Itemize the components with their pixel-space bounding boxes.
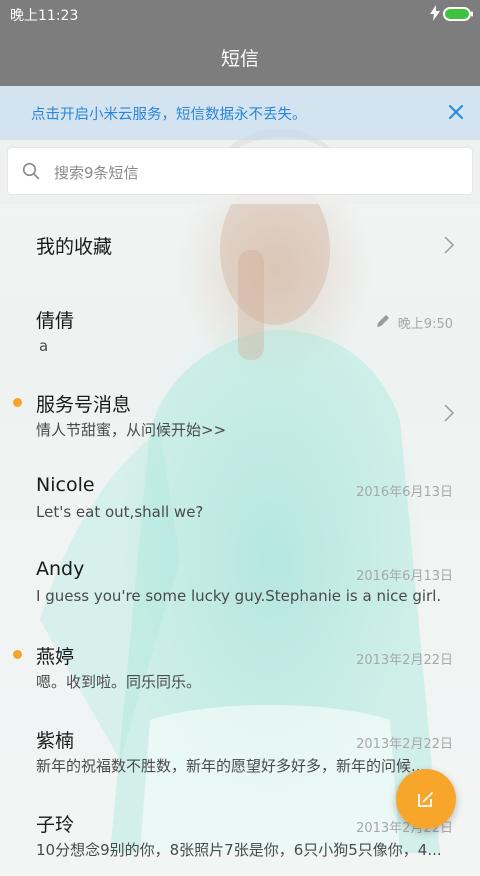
battery-icon bbox=[443, 7, 473, 21]
conversation-preview: 嗯。收到啦。同乐同乐。 bbox=[36, 673, 202, 691]
conversation-name: 倩倩 bbox=[36, 310, 75, 332]
list-item-favorites[interactable]: 我的收藏 bbox=[0, 204, 480, 288]
conversation-preview: I guess you're some lucky guy.Stephanie … bbox=[36, 587, 442, 605]
search-input[interactable]: 搜索9条短信 bbox=[8, 148, 472, 194]
search-area: 搜索9条短信 bbox=[0, 140, 480, 204]
conversation-name: 燕婷 bbox=[36, 646, 75, 668]
compose-icon bbox=[418, 792, 433, 807]
list-item-conversation[interactable]: 燕婷 2013年2月22日 嗯。收到啦。同乐同乐。 bbox=[0, 624, 480, 708]
list-item-conversation[interactable]: 倩倩 晚上9:50 a bbox=[0, 288, 480, 372]
close-icon[interactable] bbox=[448, 104, 464, 120]
app-bar: 短信 bbox=[0, 28, 480, 86]
conversation-preview: Let's eat out,shall we? bbox=[36, 503, 204, 521]
conversation-date: 2016年6月13日 bbox=[356, 569, 453, 584]
conversation-name: 子玲 bbox=[36, 814, 75, 836]
conversation-preview: a bbox=[39, 337, 49, 355]
charging-icon bbox=[430, 5, 440, 21]
status-bar: 晚上11:23 bbox=[0, 0, 480, 28]
conversation-date: 2013年2月22日 bbox=[356, 737, 453, 752]
list-item-service-messages[interactable]: 服务号消息 情人节甜蜜，从问候开始>> bbox=[0, 372, 480, 456]
search-placeholder: 搜索9条短信 bbox=[54, 164, 139, 182]
conversation-name: Nicole bbox=[36, 474, 95, 496]
compose-button[interactable] bbox=[396, 769, 456, 829]
list-item-conversation[interactable]: Nicole 2016年6月13日 Let's eat out,shall we… bbox=[0, 456, 480, 540]
search-icon bbox=[22, 162, 40, 180]
conversation-name: 紫楠 bbox=[36, 730, 75, 752]
conversation-preview: 情人节甜蜜，从问候开始>> bbox=[36, 421, 227, 439]
conversation-preview: 10分想念9别的你，8张照片7张是你，6只小狗5只像你，4... bbox=[36, 841, 442, 859]
banner-text[interactable]: 点击开启小米云服务，短信数据永不丢失。 bbox=[31, 103, 307, 124]
page-title: 短信 bbox=[220, 47, 259, 70]
draft-pencil-icon bbox=[377, 315, 389, 327]
list-item-conversation[interactable]: Andy 2016年6月13日 I guess you're some luck… bbox=[0, 540, 480, 624]
conversation-date: 晚上9:50 bbox=[397, 317, 453, 332]
chevron-right-icon bbox=[444, 404, 454, 422]
unread-dot bbox=[13, 650, 22, 659]
chevron-right-icon bbox=[444, 236, 454, 254]
conversation-date: 2016年6月13日 bbox=[356, 485, 453, 500]
conversation-name: 服务号消息 bbox=[36, 394, 132, 416]
conversation-name: Andy bbox=[36, 558, 85, 580]
conversation-name: 我的收藏 bbox=[36, 236, 113, 258]
conversation-list: 我的收藏 倩倩 晚上9:50 a 服务号消息 情人节甜蜜，从问候开始>> Nic… bbox=[0, 204, 480, 859]
unread-dot bbox=[13, 398, 22, 407]
conversation-date: 2013年2月22日 bbox=[356, 653, 453, 668]
conversation-preview: 新年的祝福数不胜数，新年的愿望好多好多，新年的问候... bbox=[36, 757, 426, 775]
status-time: 晚上11:23 bbox=[10, 8, 79, 24]
cloud-service-banner[interactable]: 点击开启小米云服务，短信数据永不丢失。 bbox=[0, 86, 480, 140]
